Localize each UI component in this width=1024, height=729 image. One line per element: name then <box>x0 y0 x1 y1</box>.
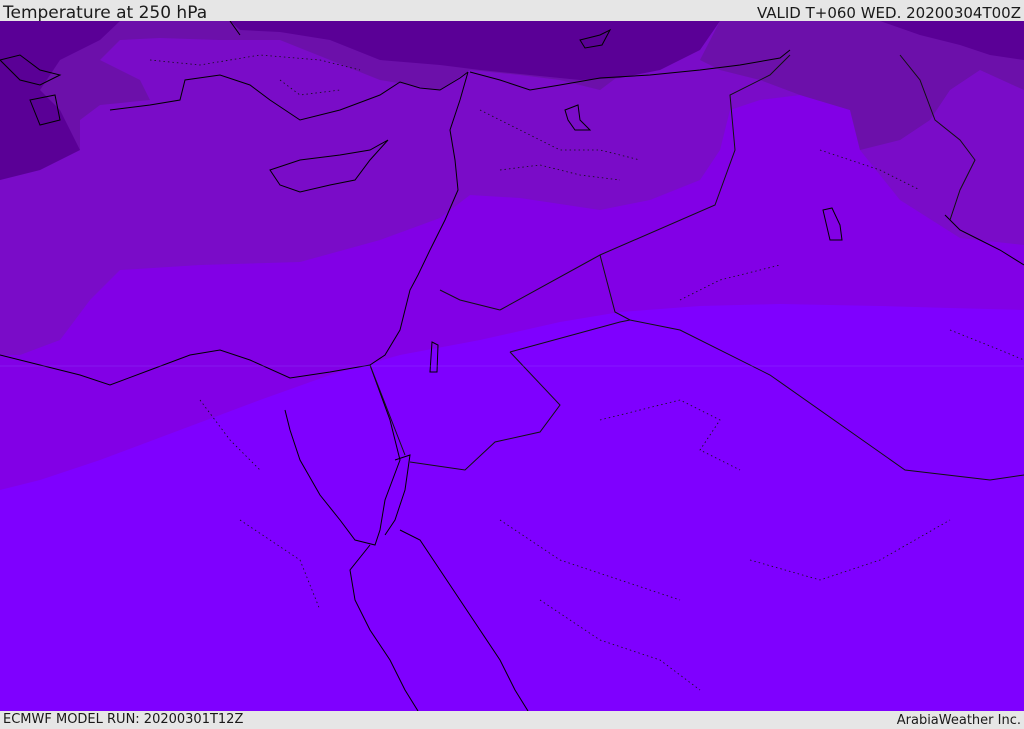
footer-bar: ECMWF MODEL RUN: 20200301T12Z ArabiaWeat… <box>0 711 1024 729</box>
model-run-label: ECMWF MODEL RUN: 20200301T12Z <box>3 712 244 727</box>
map-title: Temperature at 250 hPa <box>3 3 208 23</box>
weather-map[interactable] <box>0 21 1024 711</box>
valid-time: VALID T+060 WED. 20200304T00Z <box>756 4 1021 22</box>
credit-label: ArabiaWeather Inc. <box>896 713 1021 728</box>
temperature-map-svg <box>0 21 1024 711</box>
header-bar: Temperature at 250 hPa VALID T+060 WED. … <box>0 0 1024 23</box>
